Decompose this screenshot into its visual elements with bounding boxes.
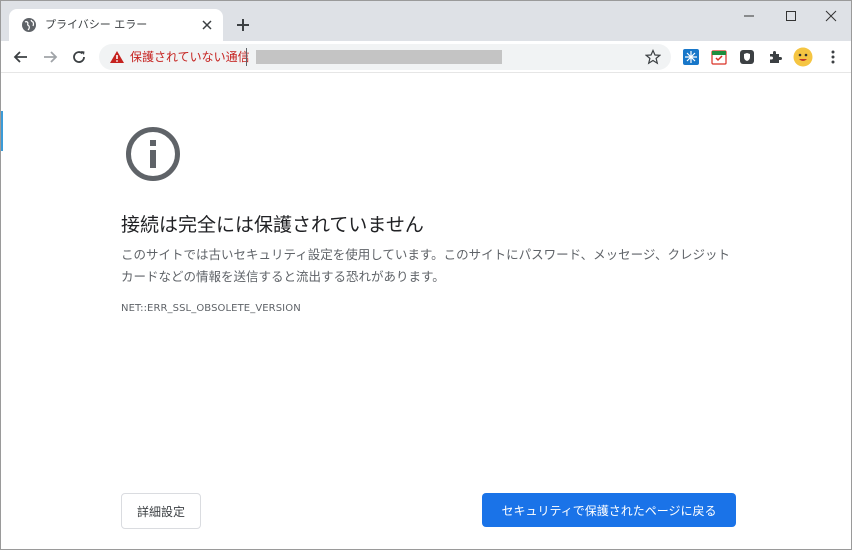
- redacted-url[interactable]: [256, 50, 502, 64]
- error-code: NET::ERR_SSL_OBSOLETE_VERSION: [121, 303, 301, 314]
- star-icon[interactable]: [644, 49, 662, 65]
- minimize-button[interactable]: [727, 1, 771, 31]
- back-to-safety-button[interactable]: セキュリティで保護されたページに戻る: [482, 493, 736, 527]
- maximize-button[interactable]: [769, 1, 813, 31]
- close-window-button[interactable]: [809, 1, 851, 31]
- back-button[interactable]: [9, 45, 33, 69]
- error-description: このサイトでは古いセキュリティ設定を使用しています。このサイトにパスワード、メッ…: [121, 247, 731, 284]
- interstitial-page: 接続は完全には保護されていません このサイトでは古いセキュリティ設定を使用してい…: [1, 74, 851, 549]
- globe-icon: [21, 17, 37, 33]
- omnibox-divider: [246, 48, 247, 66]
- tab-privacy-error[interactable]: プライバシー エラー: [9, 9, 223, 41]
- details-button[interactable]: 詳細設定: [121, 493, 201, 529]
- warning-icon[interactable]: [109, 49, 125, 65]
- close-icon[interactable]: [199, 17, 215, 33]
- new-tab-button[interactable]: [233, 15, 253, 35]
- shield-extension-icon[interactable]: [737, 47, 757, 67]
- error-heading: 接続は完全には保護されていません: [121, 214, 424, 236]
- calendar-extension-icon[interactable]: [709, 47, 729, 67]
- profile-avatar[interactable]: [793, 47, 813, 67]
- forward-button[interactable]: [38, 45, 62, 69]
- info-icon: [125, 126, 181, 182]
- toolbar: 保護されていない通信: [1, 41, 851, 73]
- snowflake-extension-icon[interactable]: [681, 47, 701, 67]
- security-status-label[interactable]: 保護されていない通信: [130, 49, 250, 65]
- puzzle-icon[interactable]: [765, 47, 785, 67]
- address-bar[interactable]: 保護されていない通信: [99, 44, 671, 70]
- tab-title: プライバシー エラー: [45, 18, 148, 31]
- reload-button[interactable]: [67, 45, 91, 69]
- tab-strip: プライバシー エラー: [1, 1, 851, 41]
- more-menu-icon[interactable]: [823, 47, 843, 67]
- browser-window: プライバシー エラー 保護されていない通信 接続は完全には保護されていません こ…: [0, 0, 852, 550]
